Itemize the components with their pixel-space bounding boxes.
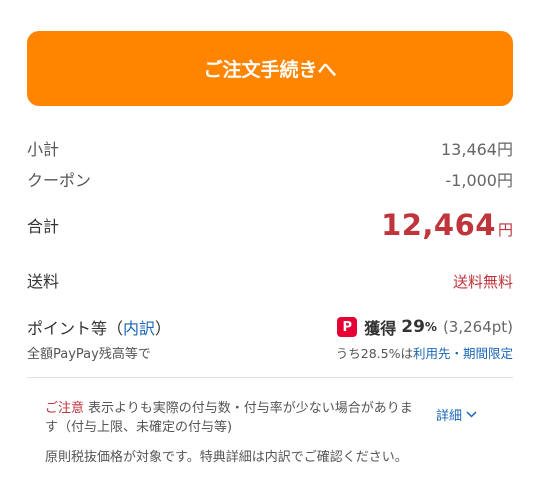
total-unit: 円 xyxy=(497,221,513,239)
footnote: 原則税抜価格が対象です。特典詳細は内訳でご確認ください。 xyxy=(45,450,408,465)
shipping-value: 送料無料 xyxy=(452,273,513,291)
earn-points: (3,264pt) xyxy=(442,318,513,336)
total-label: 合計 xyxy=(27,217,60,236)
detail-label: 詳細 xyxy=(436,409,463,424)
subtotal-value: 13,464円 xyxy=(441,140,513,159)
paypay-icon: P xyxy=(337,317,358,337)
caution-label: ご注意 xyxy=(45,401,85,416)
points-title-suffix: ） xyxy=(155,319,172,338)
divider xyxy=(27,377,513,378)
chevron-down-icon xyxy=(466,411,477,418)
shipping-row: 送料 送料無料 xyxy=(27,268,513,292)
points-earn: P 獲得 29% (3,264pt) xyxy=(337,315,513,339)
subtotal-row: 小計 13,464円 xyxy=(27,136,513,160)
shipping-label: 送料 xyxy=(27,272,60,291)
points-rate-prefix: うち28.5%は xyxy=(335,346,413,361)
total-row: 合計 12,464 円 xyxy=(27,203,513,247)
points-section: ポイント等（内訳） 全額PayPay残高等で P 獲得 29% (3,264pt… xyxy=(27,315,513,363)
caution-text: 表示よりも実際の付与数・付与率が少ない場合があります（付与上限、未確定の付与等) xyxy=(45,401,413,435)
earn-label: 獲得 xyxy=(364,319,397,338)
subtotal-label: 小計 xyxy=(27,140,60,159)
points-title: ポイント等（内訳） xyxy=(27,315,171,339)
total-price: 12,464 円 xyxy=(381,208,513,242)
earn-percent-sign: % xyxy=(424,320,437,334)
coupon-value: -1,000円 xyxy=(445,171,513,190)
points-subtitle: 全額PayPay残高等で xyxy=(27,347,151,362)
coupon-row: クーポン -1,000円 xyxy=(27,167,513,191)
points-rate-link[interactable]: 利用先・期間限定 xyxy=(413,346,513,361)
points-breakdown-link[interactable]: 内訳 xyxy=(123,319,155,338)
paypay-icon-glyph: P xyxy=(342,319,352,335)
points-title-prefix: ポイント等（ xyxy=(27,319,124,338)
caution-notice: ご注意 表示よりも実際の付与数・付与率が少ない場合があります（付与上限、未確定の付… xyxy=(45,399,425,437)
points-rate-note: うち28.5%は利用先・期間限定 xyxy=(336,343,513,362)
detail-toggle[interactable]: 詳細 xyxy=(436,405,477,424)
total-amount: 12,464 xyxy=(381,208,496,242)
checkout-button[interactable]: ご注文手続きへ xyxy=(27,31,513,106)
checkout-button-label: ご注文手続きへ xyxy=(203,59,337,81)
coupon-label: クーポン xyxy=(27,171,92,190)
earn-percent: 29 xyxy=(401,317,425,337)
